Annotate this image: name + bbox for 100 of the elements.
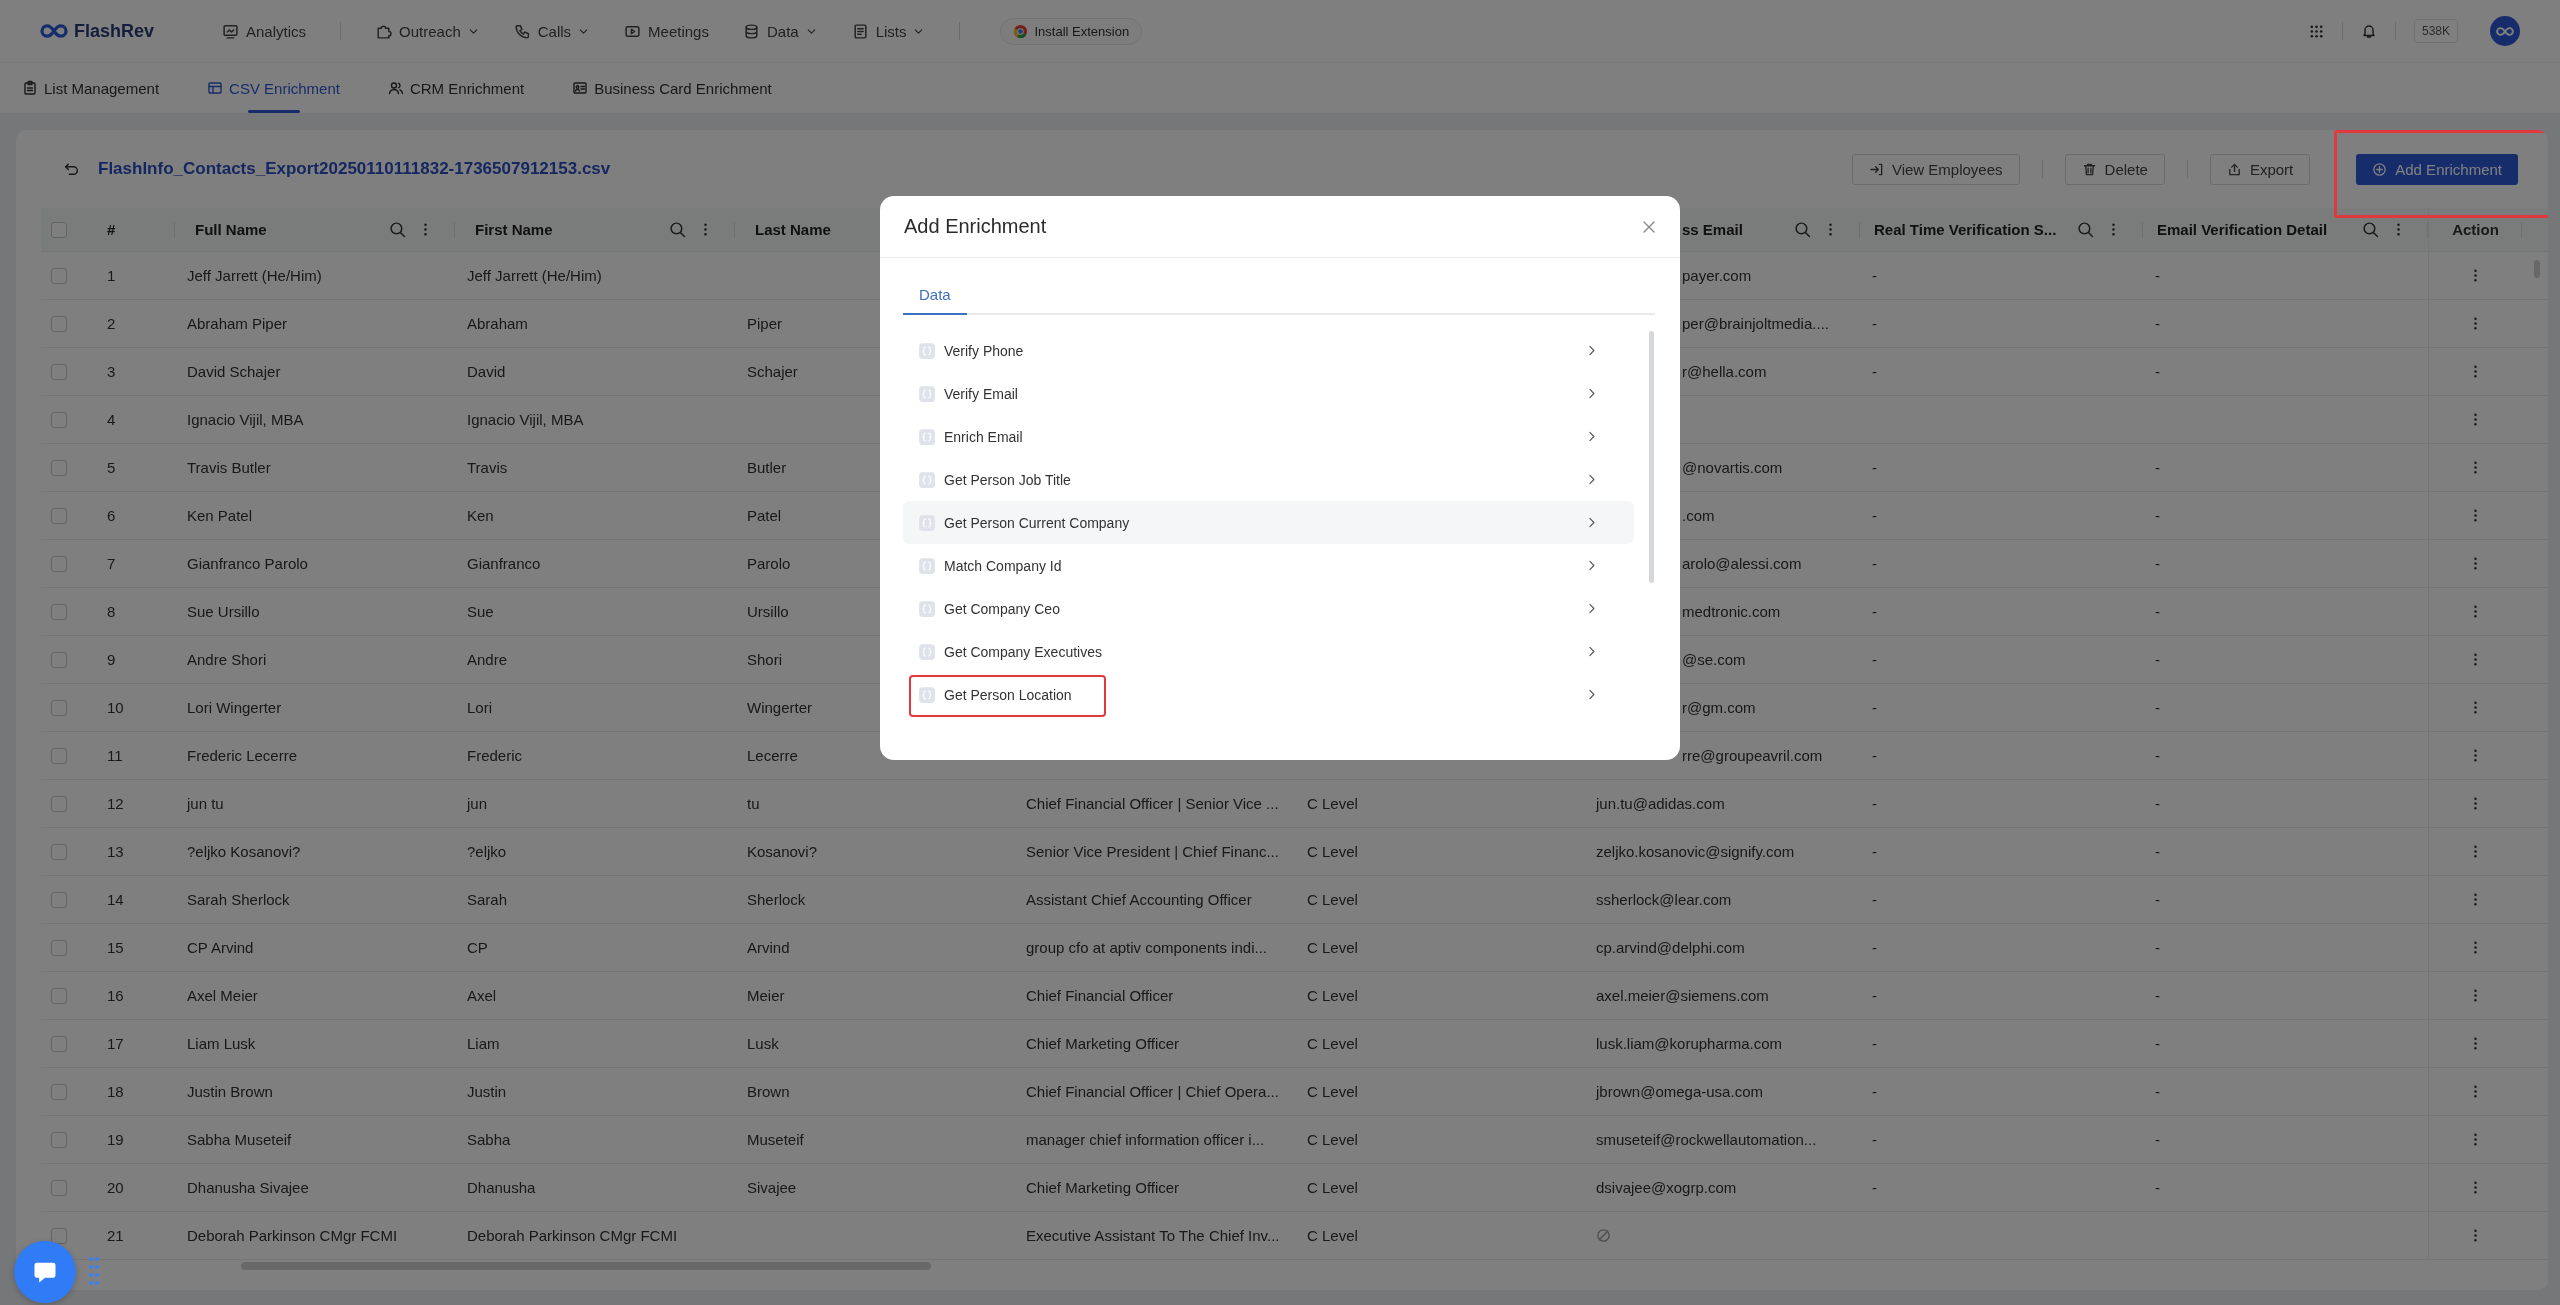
nav-item[interactable]: Lists bbox=[851, 22, 926, 40]
checkbox[interactable] bbox=[51, 651, 67, 668]
search-icon[interactable] bbox=[2362, 221, 2379, 238]
checkbox[interactable] bbox=[51, 939, 67, 956]
checkbox[interactable] bbox=[51, 221, 67, 238]
nav-item[interactable]: Analytics bbox=[222, 22, 307, 40]
nav-item[interactable]: Meetings bbox=[624, 22, 709, 40]
table-cell: Arvind bbox=[747, 939, 790, 956]
checkbox[interactable] bbox=[51, 363, 67, 380]
list-item[interactable]: Get Company Ceo bbox=[903, 587, 1634, 630]
checkbox[interactable] bbox=[51, 699, 67, 716]
button[interactable]: Export bbox=[2209, 153, 2311, 185]
column-header: Real Time Verification S... bbox=[1874, 221, 2057, 238]
table-cell: 18 bbox=[107, 1083, 124, 1100]
checkbox[interactable] bbox=[51, 603, 67, 620]
list-item[interactable]: Enrich Email bbox=[903, 415, 1634, 458]
table-cell: Travis bbox=[467, 459, 508, 476]
table-cell: C Level bbox=[1307, 1227, 1358, 1244]
list-item[interactable]: Verify Phone bbox=[903, 329, 1634, 372]
list-item[interactable]: Match Company Id bbox=[903, 544, 1634, 587]
chat-button[interactable] bbox=[14, 1241, 76, 1303]
checkbox[interactable] bbox=[51, 1083, 67, 1100]
checkbox[interactable] bbox=[51, 555, 67, 572]
tab[interactable]: List Management bbox=[22, 63, 160, 113]
table-cell: manager chief information officer i... bbox=[1026, 1131, 1265, 1148]
checkbox[interactable] bbox=[51, 411, 67, 428]
checkbox[interactable] bbox=[51, 267, 67, 284]
table-cell: - bbox=[2155, 939, 2160, 956]
table-cell: Piper bbox=[747, 315, 783, 332]
nav-item[interactable]: Calls bbox=[513, 22, 591, 40]
table-cell: - bbox=[1872, 315, 1877, 332]
checkbox[interactable] bbox=[51, 1035, 67, 1052]
install-extension-button[interactable]: Install Extension bbox=[1000, 17, 1143, 45]
table-cell: - bbox=[1872, 459, 1877, 476]
checkbox[interactable] bbox=[51, 843, 67, 860]
table-cell: David bbox=[467, 363, 506, 380]
list-item[interactable]: Get Person Job Title bbox=[903, 458, 1634, 501]
checkbox[interactable] bbox=[51, 1131, 67, 1148]
table-cell: ssherlock@lear.com bbox=[1596, 891, 1732, 908]
table-cell: - bbox=[2155, 603, 2160, 620]
drag-handle-icon[interactable] bbox=[88, 1256, 100, 1288]
checkbox[interactable] bbox=[51, 1179, 67, 1196]
checkbox[interactable] bbox=[51, 315, 67, 332]
back-icon[interactable] bbox=[63, 160, 80, 178]
search-icon[interactable] bbox=[2077, 221, 2094, 238]
column-header: Full Name bbox=[195, 221, 267, 238]
table-cell: Chief Financial Officer | Chief Opera... bbox=[1026, 1083, 1279, 1100]
table-cell: - bbox=[2155, 363, 2160, 380]
list-item[interactable]: Verify Email bbox=[903, 372, 1634, 415]
logo[interactable]: FlashRev bbox=[40, 20, 222, 42]
tab[interactable]: Data bbox=[903, 286, 967, 315]
avatar[interactable] bbox=[2490, 16, 2520, 46]
notification-icon[interactable] bbox=[2360, 23, 2377, 39]
search-icon[interactable] bbox=[389, 221, 406, 238]
list-item[interactable]: Get Person Location bbox=[903, 673, 1634, 716]
tab[interactable]: CRM Enrichment bbox=[387, 63, 525, 113]
table-cell: - bbox=[1872, 939, 1877, 956]
table-cell: Liam bbox=[467, 1035, 500, 1052]
table-cell: @novartis.com bbox=[1682, 459, 1783, 476]
table-cell: .com bbox=[1682, 507, 1715, 524]
table-cell: Axel bbox=[467, 987, 497, 1004]
table-cell: CP bbox=[467, 939, 488, 956]
scrollbar[interactable] bbox=[1649, 331, 1654, 583]
checkbox[interactable] bbox=[51, 891, 67, 908]
table-cell: Ken bbox=[467, 507, 494, 524]
checkbox[interactable] bbox=[51, 795, 67, 812]
table-cell: C Level bbox=[1307, 843, 1358, 860]
primary-button[interactable]: Add Enrichment bbox=[2356, 153, 2518, 185]
nav-item[interactable]: Data bbox=[742, 22, 818, 40]
tab[interactable]: CSV Enrichment bbox=[207, 63, 340, 113]
checkbox[interactable] bbox=[51, 459, 67, 476]
table-cell: Justin bbox=[467, 1083, 507, 1100]
search-icon[interactable] bbox=[1794, 221, 1811, 238]
tab[interactable]: Business Card Enrichment bbox=[572, 63, 772, 113]
table-cell: - bbox=[2155, 1131, 2160, 1148]
add-circle-icon bbox=[2372, 161, 2388, 177]
list-item[interactable]: Get Company Executives bbox=[903, 630, 1634, 673]
nav-item[interactable]: Outreach bbox=[375, 22, 480, 40]
braces-icon bbox=[918, 513, 936, 532]
table-cell: smuseteif@rockwellautomation... bbox=[1596, 1131, 1817, 1148]
checkbox[interactable] bbox=[51, 747, 67, 764]
list-item[interactable]: Get Person Current Company bbox=[903, 501, 1634, 544]
table-cell: r@hella.com bbox=[1682, 363, 1767, 380]
table-cell: - bbox=[1872, 507, 1877, 524]
button[interactable]: Delete bbox=[2064, 153, 2165, 185]
checkbox[interactable] bbox=[51, 1227, 67, 1244]
table-cell: - bbox=[2155, 555, 2160, 572]
button[interactable]: View Employees bbox=[1851, 153, 2020, 185]
table-cell: lusk.liam@korupharma.com bbox=[1596, 1035, 1783, 1052]
checkbox[interactable] bbox=[51, 987, 67, 1004]
file-name-link[interactable]: FlashInfo_Contacts_Export20250110111832-1736507912153.csv bbox=[98, 159, 611, 179]
delete-icon bbox=[2081, 161, 2097, 177]
table-cell: 13 bbox=[107, 843, 124, 860]
apps-icon[interactable] bbox=[2308, 23, 2324, 39]
table-cell: - bbox=[1872, 987, 1877, 1004]
search-icon[interactable] bbox=[669, 221, 686, 238]
table-cell: Deborah Parkinson CMgr FCMI bbox=[187, 1227, 398, 1244]
checkbox[interactable] bbox=[51, 507, 67, 524]
table-cell: 12 bbox=[107, 795, 124, 812]
table-cell: 1 bbox=[107, 267, 116, 284]
